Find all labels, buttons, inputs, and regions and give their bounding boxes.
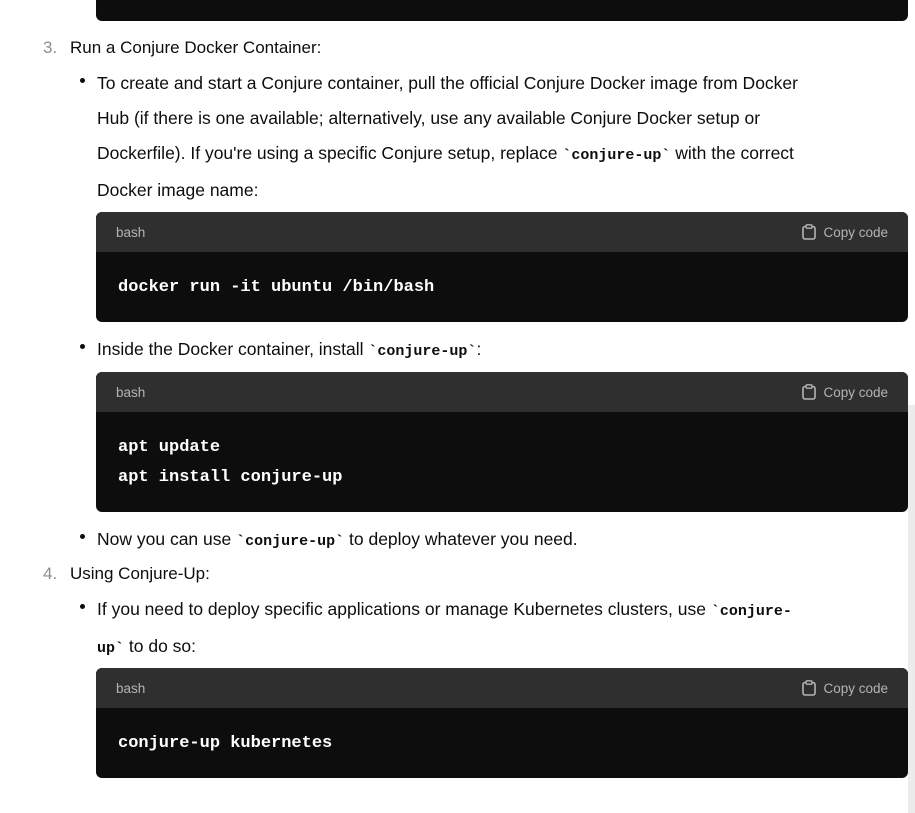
code-language-label: bash (116, 224, 146, 240)
code-content: apt update apt install conjure-up (96, 412, 908, 493)
text-run: with the correct (670, 143, 794, 163)
code-block: bash Copy code apt update apt install con… (96, 372, 908, 512)
text-run: If you need to deploy specific applicati… (97, 599, 711, 619)
text-line: Dockerfile). If you're using a specific … (97, 136, 897, 173)
text-line: Now you can use `conjure-up` to deploy w… (97, 522, 897, 559)
bullet-marker (80, 534, 85, 539)
code-content: docker run -it ubuntu /bin/bash (96, 252, 908, 303)
code-line: docker run -it ubuntu /bin/bash (118, 278, 435, 297)
text-line: Docker image name: (97, 180, 259, 200)
bullet-marker (80, 78, 85, 83)
text-line: Hub (if there is one available; alternat… (97, 108, 761, 128)
section-title: Using Conjure-Up: (70, 564, 210, 583)
code-block-header: bash Copy code (96, 212, 908, 252)
code-block-header: bash Copy code (96, 668, 908, 708)
bullet-marker (80, 344, 85, 349)
section-title: Run a Conjure Docker Container: (70, 38, 322, 57)
list-number: 4. (43, 564, 58, 583)
code-line: apt update (118, 438, 221, 457)
code-block: bash Copy code docker run -it ubuntu /bi… (96, 212, 908, 322)
inline-code: `conjure-up` (236, 533, 345, 550)
clipboard-icon (802, 384, 817, 400)
inline-code: `conjure-up` (368, 343, 477, 360)
scrollbar[interactable] (908, 405, 915, 813)
bullet-marker (80, 604, 85, 609)
copy-code-button[interactable]: Copy code (802, 680, 888, 696)
list-number: 3. (43, 38, 58, 57)
copy-code-button[interactable]: Copy code (802, 384, 888, 400)
text-line: Inside the Docker container, install `co… (97, 332, 897, 369)
copy-code-label: Copy code (823, 224, 888, 240)
list-item-paragraph: Now you can use `conjure-up` to deploy w… (97, 522, 897, 559)
copy-code-label: Copy code (823, 384, 888, 400)
inline-code: `conjure-up` (562, 147, 671, 164)
inline-code: up` (97, 640, 125, 657)
clipboard-icon (802, 680, 817, 696)
code-block: bash Copy code conjure-up kubernetes (96, 668, 908, 778)
text-line: up` to do so: (97, 629, 897, 666)
code-language-label: bash (116, 680, 146, 696)
code-line: conjure-up kubernetes (118, 734, 333, 753)
list-item-paragraph: To create and start a Conjure container,… (97, 66, 897, 208)
text-run: to do so: (124, 636, 197, 656)
text-run: to deploy whatever you need. (344, 529, 578, 549)
list-item-paragraph: If you need to deploy specific applicati… (97, 592, 897, 666)
code-line: apt install conjure-up (118, 468, 343, 487)
copy-code-button[interactable]: Copy code (802, 224, 888, 240)
clipboard-icon (802, 224, 817, 240)
text-line: If you need to deploy specific applicati… (97, 592, 897, 629)
code-content: conjure-up kubernetes (96, 708, 908, 759)
inline-code: `conjure- (710, 603, 792, 620)
text-run: Now you can use (97, 529, 237, 549)
previous-code-block (96, 0, 908, 21)
text-line: To create and start a Conjure container,… (97, 73, 798, 93)
code-language-label: bash (116, 384, 146, 400)
copy-code-label: Copy code (823, 680, 888, 696)
list-item-paragraph: Inside the Docker container, install `co… (97, 332, 897, 369)
text-run: : (476, 339, 482, 359)
code-block-header: bash Copy code (96, 372, 908, 412)
text-run: Inside the Docker container, install (97, 339, 369, 359)
text-run: Dockerfile). If you're using a specific … (97, 143, 563, 163)
